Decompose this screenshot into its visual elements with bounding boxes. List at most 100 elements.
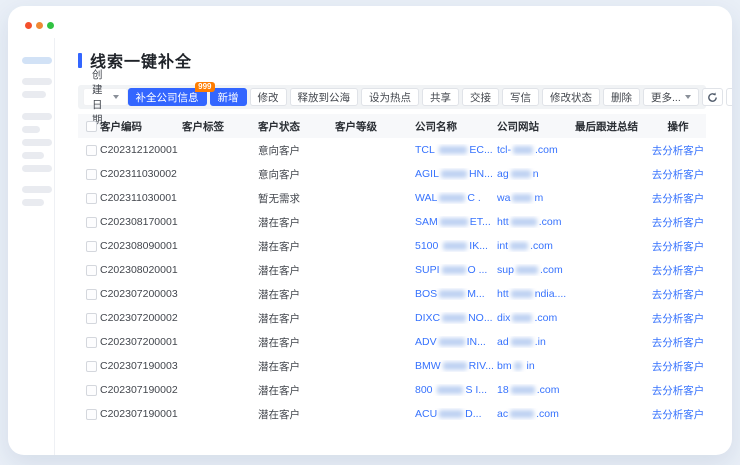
edit-button[interactable]: 修改 xyxy=(250,88,287,106)
company-name-suffix: D... xyxy=(465,408,481,420)
column-header-status: 客户状态 xyxy=(258,119,335,134)
row-checkbox[interactable] xyxy=(86,193,97,204)
redacted-blur xyxy=(437,386,463,394)
delete-button[interactable]: 删除 xyxy=(603,88,640,106)
company-website-link[interactable]: 18.com xyxy=(497,384,575,396)
set-hot-button[interactable]: 设为热点 xyxy=(361,88,419,106)
row-checkbox[interactable] xyxy=(86,289,97,300)
sidebar-item[interactable] xyxy=(22,139,52,146)
analyze-customer-link[interactable]: 去分析客户 xyxy=(652,265,705,277)
company-name-link[interactable]: WAL C . xyxy=(415,192,497,204)
company-website-link[interactable]: wam xyxy=(497,192,575,204)
website-suffix: .com xyxy=(537,384,560,396)
add-button[interactable]: 新增 xyxy=(210,88,247,106)
redacted-blur xyxy=(439,410,463,418)
row-checkbox[interactable] xyxy=(86,241,97,252)
customer-code: C202308020001 xyxy=(100,264,182,276)
company-website-link[interactable]: int.com xyxy=(497,240,575,252)
column-header-action: 操作 xyxy=(650,119,706,134)
analyze-customer-link[interactable]: 去分析客户 xyxy=(652,313,705,325)
company-name-suffix: C . xyxy=(467,192,480,204)
release-to-pool-button[interactable]: 释放到公海 xyxy=(290,88,359,106)
company-name-link[interactable]: BMWRIV... xyxy=(415,360,497,372)
gear-icon: ⚙ xyxy=(731,91,732,103)
company-name-link[interactable]: SUPIO ... xyxy=(415,264,497,276)
analyze-customer-link[interactable]: 去分析客户 xyxy=(652,385,705,397)
company-website-link[interactable]: httndia.... xyxy=(497,288,575,300)
customer-code: C202307200003 xyxy=(100,288,182,300)
company-name-link[interactable]: BOSM... xyxy=(415,288,497,300)
sidebar-item[interactable] xyxy=(22,165,52,172)
analyze-customer-link[interactable]: 去分析客户 xyxy=(652,217,705,229)
sidebar-item[interactable] xyxy=(22,91,46,98)
website-prefix: ac xyxy=(497,408,508,420)
row-checkbox[interactable] xyxy=(86,385,97,396)
company-name-link[interactable]: ACUD... xyxy=(415,408,497,420)
column-header-website: 公司网站 xyxy=(497,119,575,134)
company-website-link[interactable]: htt.com xyxy=(497,216,575,228)
company-name-prefix: 800 xyxy=(415,384,435,396)
analyze-customer-link[interactable]: 去分析客户 xyxy=(652,145,705,157)
sidebar-item[interactable] xyxy=(22,186,52,193)
website-suffix: n xyxy=(533,168,539,180)
customer-code: C202308170001 xyxy=(100,216,182,228)
analyze-customer-link[interactable]: 去分析客户 xyxy=(652,241,705,253)
company-name-link[interactable]: SAMET... xyxy=(415,216,497,228)
sidebar-item[interactable] xyxy=(22,78,52,85)
row-checkbox[interactable] xyxy=(86,265,97,276)
company-website-link[interactable]: dix.com xyxy=(497,312,575,324)
table-row: C202307200002 潜在客户 DIXCNO... dix.com 去分析… xyxy=(78,306,706,330)
redacted-blur xyxy=(512,314,532,322)
handover-button[interactable]: 交接 xyxy=(462,88,499,106)
customer-status: 潜在客户 xyxy=(258,263,335,278)
change-status-button[interactable]: 修改状态 xyxy=(542,88,600,106)
analyze-customer-link[interactable]: 去分析客户 xyxy=(652,289,705,301)
write-letter-button[interactable]: 写信 xyxy=(502,88,539,106)
row-checkbox[interactable] xyxy=(86,361,97,372)
sidebar-item[interactable] xyxy=(22,113,52,120)
customer-status: 潜在客户 xyxy=(258,407,335,422)
sidebar-item[interactable] xyxy=(22,126,40,133)
sidebar-item-active[interactable] xyxy=(22,57,52,64)
company-website-link[interactable]: agn xyxy=(497,168,575,180)
website-suffix: .com xyxy=(539,216,562,228)
website-prefix: wa xyxy=(497,192,510,204)
company-name-prefix: WAL xyxy=(415,192,437,204)
share-button[interactable]: 共享 xyxy=(422,88,459,106)
refresh-button[interactable] xyxy=(702,88,723,106)
analyze-customer-link[interactable]: 去分析客户 xyxy=(652,169,705,181)
settings-button[interactable]: ⚙ xyxy=(726,88,732,106)
refresh-icon xyxy=(707,92,718,103)
company-website-link[interactable]: bm in xyxy=(497,360,575,372)
company-name-link[interactable]: DIXCNO... xyxy=(415,312,497,324)
more-button[interactable]: 更多... xyxy=(643,88,699,106)
sidebar-item[interactable] xyxy=(22,199,44,206)
company-website-link[interactable]: ad.in xyxy=(497,336,575,348)
select-all-checkbox[interactable] xyxy=(86,121,97,132)
analyze-customer-link[interactable]: 去分析客户 xyxy=(652,361,705,373)
create-date-filter-select[interactable]: 创建日期 xyxy=(83,88,128,106)
company-name-link[interactable]: AGILHN... xyxy=(415,168,497,180)
analyze-customer-link[interactable]: 去分析客户 xyxy=(652,409,705,421)
company-name-link[interactable]: ADVIN... xyxy=(415,336,497,348)
analyze-customer-link[interactable]: 去分析客户 xyxy=(652,337,705,349)
row-checkbox[interactable] xyxy=(86,313,97,324)
website-prefix: int xyxy=(497,240,508,252)
company-website-link[interactable]: sup.com xyxy=(497,264,575,276)
row-checkbox[interactable] xyxy=(86,145,97,156)
redacted-blur xyxy=(511,386,535,394)
redacted-blur xyxy=(512,194,532,202)
sidebar-item[interactable] xyxy=(22,152,44,159)
company-name-link[interactable]: TCL EC... xyxy=(415,144,497,156)
row-checkbox[interactable] xyxy=(86,217,97,228)
row-checkbox[interactable] xyxy=(86,169,97,180)
analyze-customer-link[interactable]: 去分析客户 xyxy=(652,193,705,205)
table-row: C202311030001 暂无需求 WALC . wam 去分析客户 xyxy=(78,186,706,210)
company-website-link[interactable]: ac.com xyxy=(497,408,575,420)
company-name-link[interactable]: 800 S I... xyxy=(415,384,497,396)
company-name-link[interactable]: 5100 IK... xyxy=(415,240,497,252)
company-website-link[interactable]: tcl-.com xyxy=(497,144,575,156)
row-checkbox[interactable] xyxy=(86,337,97,348)
row-checkbox[interactable] xyxy=(86,409,97,420)
company-name-suffix: M... xyxy=(467,288,485,300)
